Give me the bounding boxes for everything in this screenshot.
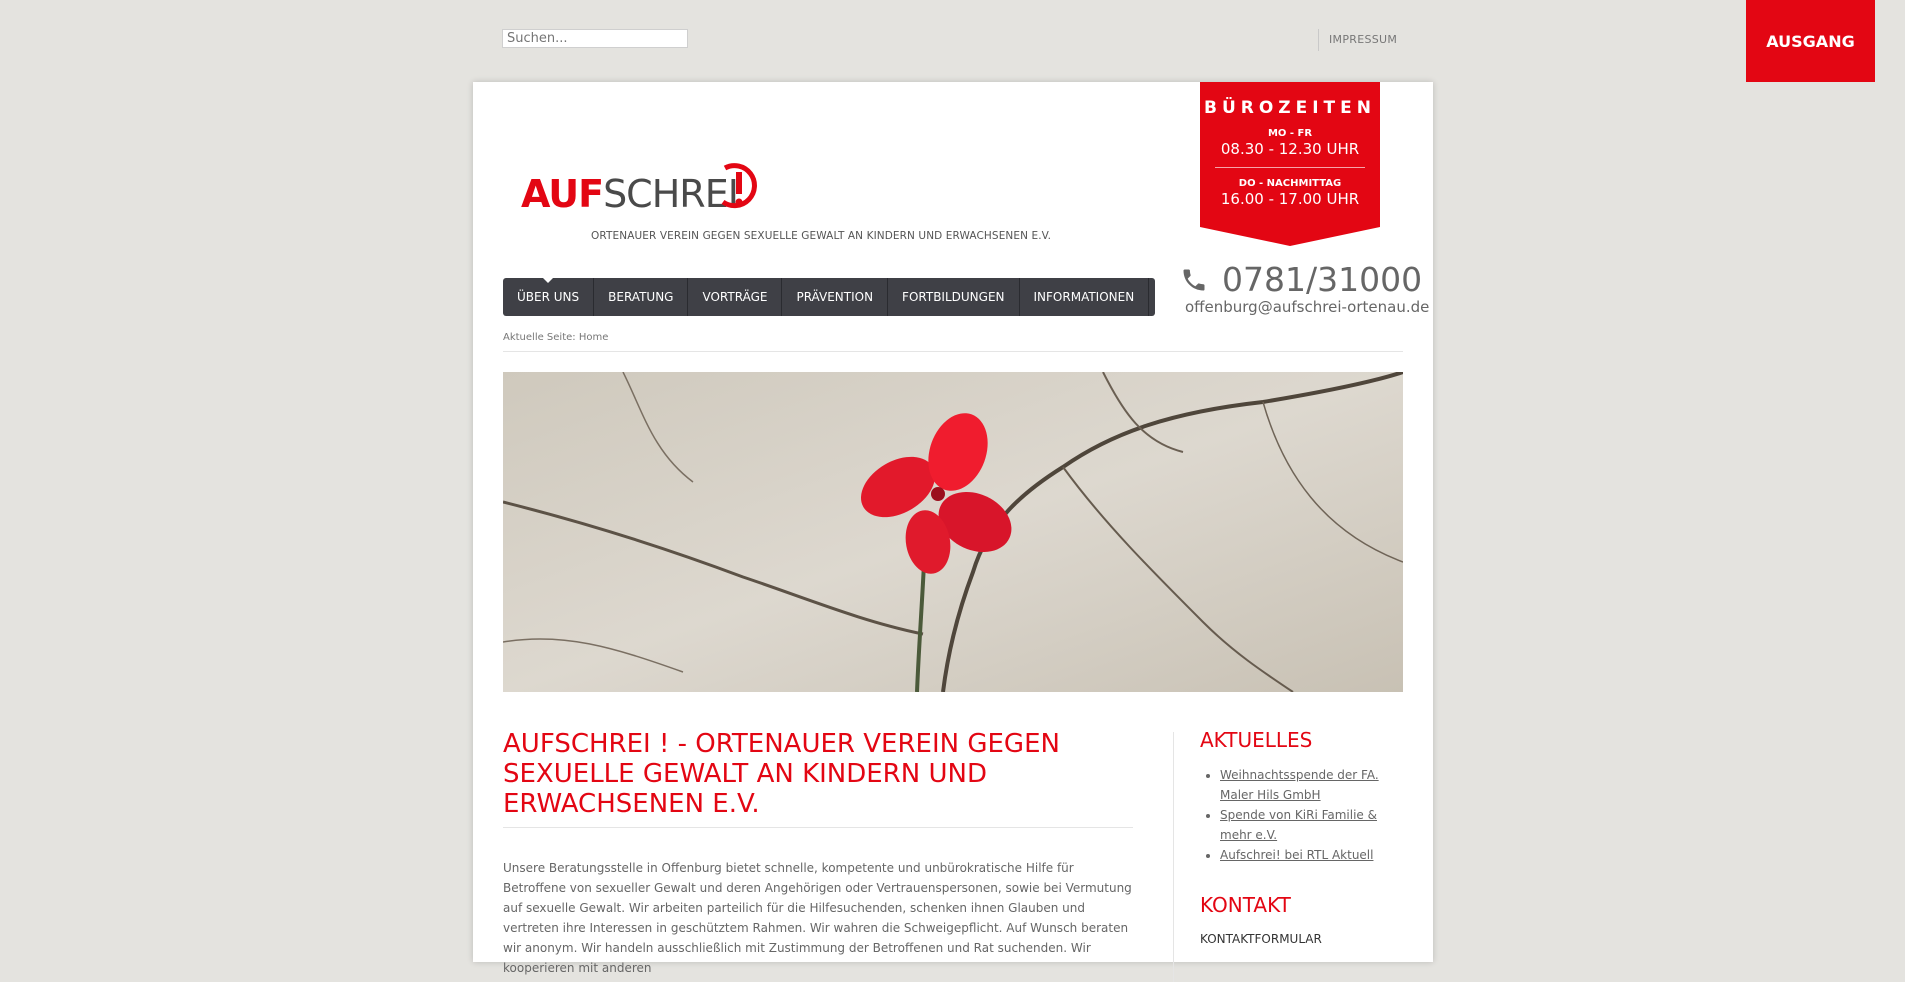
site-logo[interactable]: AUFSCHREI ORTENAUER VEREIN GEGEN SEXUELL… (521, 162, 1101, 258)
news-link[interactable]: Aufschrei! bei RTL Aktuell (1220, 848, 1373, 862)
top-bar: IMPRESSUM AUSGANG (0, 0, 1905, 82)
page-container: AUFSCHREI ORTENAUER VEREIN GEGEN SEXUELL… (473, 82, 1433, 982)
phone-number[interactable]: 0781/31000 (1222, 260, 1422, 299)
office-time-weekdays: 08.30 - 12.30 UHR (1220, 140, 1360, 158)
exclamation-logo-icon (721, 163, 757, 209)
office-time-thursday: 16.00 - 17.00 UHR (1220, 190, 1360, 208)
nav-item-fortbildungen[interactable]: FORTBILDUNGEN (888, 278, 1020, 316)
hero-image (503, 372, 1403, 692)
email-link[interactable]: offenburg@aufschrei-ortenau.de (1185, 298, 1429, 316)
nav-item-praevention[interactable]: PRÄVENTION (782, 278, 889, 316)
office-divider (1215, 167, 1365, 168)
logo-wordmark: AUFSCHREI (521, 172, 739, 216)
column-divider (1173, 732, 1174, 982)
impressum-link[interactable]: IMPRESSUM (1318, 29, 1397, 51)
page-title: AUFSCHREI ! - ORTENAUER VEREIN GEGEN SEX… (503, 729, 1060, 819)
list-item: Spende von KiRi Familie & mehr e.V. (1220, 805, 1410, 845)
search-input[interactable] (502, 29, 688, 48)
office-hours-box: BÜROZEITEN MO - FR 08.30 - 12.30 UHR DO … (1200, 82, 1380, 246)
nav-item-vortraege[interactable]: VORTRÄGE (688, 278, 783, 316)
logo-subtitle: ORTENAUER VEREIN GEGEN SEXUELLE GEWALT A… (591, 230, 1052, 242)
exit-button[interactable]: AUSGANG (1746, 0, 1875, 82)
office-days-thursday: DO - NACHMITTAG (1238, 178, 1342, 189)
contact-form-link[interactable]: KONTAKTFORMULAR (1200, 932, 1322, 946)
list-item: Aufschrei! bei RTL Aktuell (1220, 845, 1410, 865)
news-link[interactable]: Weihnachtsspende der FA. Maler Hils GmbH (1220, 768, 1379, 802)
nav-item-beratung[interactable]: BERATUNG (594, 278, 689, 316)
contact-heading: KONTAKT (1200, 893, 1291, 917)
news-heading: AKTUELLES (1200, 728, 1313, 752)
nav-item-informationen[interactable]: INFORMATIONEN (1020, 278, 1150, 316)
breadcrumb: Aktuelle Seite: Home (503, 332, 609, 343)
title-divider (503, 827, 1133, 828)
nav-item-ueber-uns[interactable]: ÜBER UNS (503, 278, 595, 316)
main-nav: ÜBER UNS BERATUNG VORTRÄGE PRÄVENTION FO… (503, 278, 1155, 316)
office-days-weekdays: MO - FR (1267, 128, 1313, 139)
breadcrumb-divider (503, 351, 1403, 352)
news-list: Weihnachtsspende der FA. Maler Hils GmbH… (1200, 765, 1410, 865)
news-link[interactable]: Spende von KiRi Familie & mehr e.V. (1220, 808, 1377, 842)
intro-text: Unsere Beratungsstelle in Offenburg biet… (503, 861, 1132, 975)
phone-icon (1183, 269, 1205, 291)
office-hours-title: BÜROZEITEN (1203, 98, 1376, 118)
list-item: Weihnachtsspende der FA. Maler Hils GmbH (1220, 765, 1410, 805)
